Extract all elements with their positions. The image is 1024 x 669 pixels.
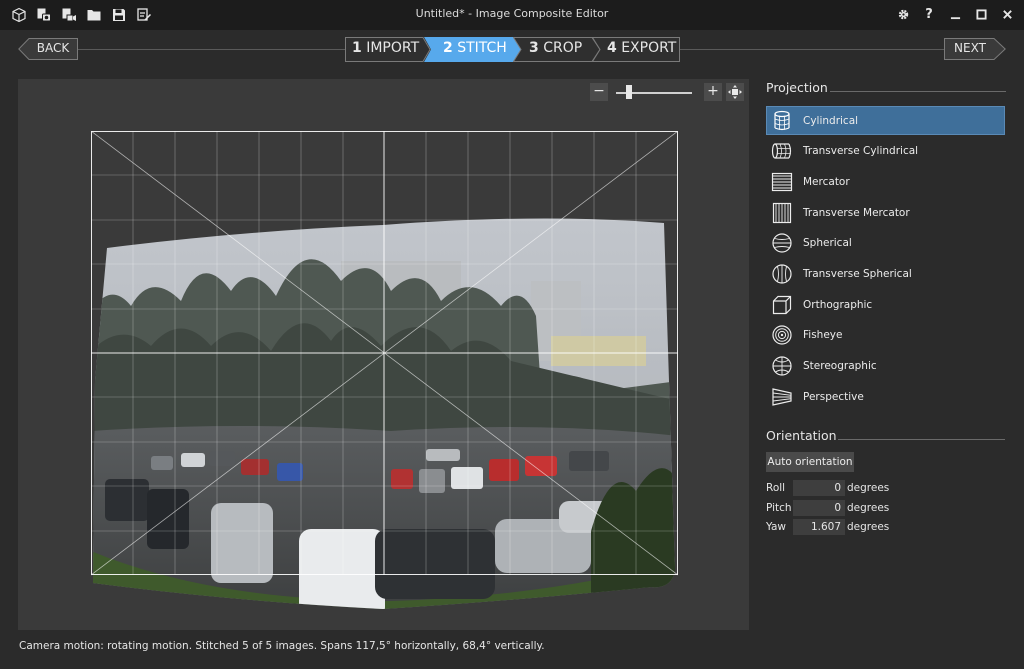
status-text: Camera motion: rotating motion. Stitched…	[19, 640, 545, 652]
projection-fisheye[interactable]: Fisheye	[766, 321, 1005, 350]
auto-orientation-button[interactable]: Auto orientation	[766, 452, 854, 472]
projection-label-spherical: Spherical	[803, 237, 852, 250]
maximize-icon[interactable]	[970, 4, 992, 24]
projection-label-transverse-spherical: Transverse Spherical	[803, 267, 912, 280]
step-import-num: 1	[352, 40, 362, 56]
zoom-slider-thumb[interactable]	[626, 85, 632, 99]
fisheye-icon	[772, 325, 792, 345]
zoom-out-button[interactable]: −	[590, 83, 608, 101]
title-bar: Untitled* - Image Composite Editor ?	[0, 0, 1024, 30]
orientation-section: Orientation Auto orientation Roll 0 degr…	[766, 428, 1005, 535]
spherical-icon	[772, 233, 792, 253]
zoom-in-button[interactable]: +	[704, 83, 722, 101]
settings-panel: Projection Cylindrical Transverse Cylind…	[766, 80, 1006, 535]
yaw-row: Yaw 1.607 degrees	[766, 519, 1006, 535]
projection-label-cylindrical: Cylindrical	[803, 114, 859, 127]
yaw-input[interactable]: 1.607	[793, 519, 845, 535]
crop-grid	[90, 130, 679, 576]
transverse-spherical-icon	[772, 264, 792, 284]
projection-rule	[830, 91, 1006, 92]
fit-to-window-icon[interactable]	[726, 83, 744, 101]
projection-perspective[interactable]: Perspective	[766, 382, 1005, 411]
orthographic-icon	[772, 295, 792, 314]
yaw-unit: degrees	[847, 521, 890, 533]
pitch-input[interactable]: 0	[793, 500, 845, 516]
roll-label: Roll	[766, 482, 786, 494]
projection-label-orthographic: Orthographic	[803, 298, 873, 311]
workflow-nav: BACK 1 IMPORT 2 STITCH 3 CROP 4 EXPORT N…	[0, 30, 1024, 70]
step-import-label: IMPORT	[366, 40, 420, 56]
zoom-controls: − +	[590, 83, 746, 103]
projection-spherical[interactable]: Spherical	[766, 229, 1005, 258]
projection-orthographic[interactable]: Orthographic	[766, 290, 1005, 319]
projection-label-stereographic: Stereographic	[803, 360, 877, 372]
step-stitch-num: 2	[443, 40, 453, 56]
projection-label-fisheye: Fisheye	[803, 329, 843, 342]
pitch-unit: degrees	[847, 502, 890, 514]
orientation-header: Orientation	[766, 428, 1005, 448]
projection-list: Cylindrical Transverse Cylindrical Merca…	[766, 106, 1005, 413]
transverse-cylindrical-icon	[771, 143, 792, 159]
settings-icon[interactable]	[892, 4, 914, 24]
stereographic-icon	[772, 356, 792, 376]
panorama-stage	[90, 130, 679, 669]
pitch-label: Pitch	[766, 502, 792, 514]
projection-label-mercator: Mercator	[803, 175, 850, 188]
projection-mercator[interactable]: Mercator	[766, 167, 1005, 196]
help-icon[interactable]: ?	[918, 4, 940, 24]
roll-row: Roll 0 degrees	[766, 480, 1006, 496]
roll-input[interactable]: 0	[793, 480, 845, 496]
nav-divider-left	[78, 49, 346, 50]
projection-label-transverse-mercator: Transverse Mercator	[803, 206, 910, 219]
projection-section: Projection	[766, 80, 1006, 100]
orientation-title: Orientation	[766, 428, 837, 443]
projection-cylindrical[interactable]: Cylindrical	[766, 106, 1005, 135]
preview-canvas[interactable]: − +	[18, 79, 749, 630]
window-controls: ?	[892, 4, 1018, 24]
next-button[interactable]: NEXT	[944, 38, 1006, 60]
next-label: NEXT	[954, 41, 986, 55]
projection-transverse-cylindrical[interactable]: Transverse Cylindrical	[766, 137, 1005, 166]
roll-unit: degrees	[847, 482, 890, 494]
yaw-label: Yaw	[766, 521, 786, 533]
panorama-preview	[90, 130, 679, 610]
projection-stereographic[interactable]: Stereographic	[766, 352, 1005, 381]
projection-transverse-spherical[interactable]: Transverse Spherical	[766, 259, 1005, 288]
back-button[interactable]: BACK	[18, 38, 78, 60]
perspective-icon	[772, 387, 792, 406]
projection-transverse-mercator[interactable]: Transverse Mercator	[766, 198, 1005, 227]
transverse-mercator-icon	[772, 202, 792, 223]
minimize-icon[interactable]	[944, 4, 966, 24]
projection-label-perspective: Perspective	[803, 390, 864, 403]
projection-title: Projection	[766, 80, 828, 95]
window-title: Untitled* - Image Composite Editor	[415, 7, 609, 20]
step-stitch-label: STITCH	[457, 40, 507, 56]
orientation-rule	[838, 439, 1005, 440]
step-crop-label: CROP	[543, 40, 583, 56]
back-label: BACK	[36, 41, 70, 55]
tab-stitch[interactable]: 2 STITCH	[424, 37, 522, 62]
cylindrical-icon	[774, 110, 790, 130]
nav-divider-right	[680, 49, 944, 50]
tab-crop[interactable]: 3 CROP	[513, 37, 601, 62]
step-export-label: EXPORT	[621, 40, 677, 56]
mercator-icon	[771, 172, 793, 191]
close-icon[interactable]	[996, 4, 1018, 24]
step-tabs: 1 IMPORT 2 STITCH 3 CROP 4 EXPORT	[345, 37, 680, 62]
tab-export[interactable]: 4 EXPORT	[592, 37, 680, 62]
tab-import[interactable]: 1 IMPORT	[345, 37, 431, 62]
step-export-num: 4	[607, 40, 617, 56]
pitch-row: Pitch 0 degrees	[766, 500, 1006, 516]
step-crop-num: 3	[529, 40, 539, 56]
projection-label-transverse-cylindrical: Transverse Cylindrical	[803, 145, 919, 158]
